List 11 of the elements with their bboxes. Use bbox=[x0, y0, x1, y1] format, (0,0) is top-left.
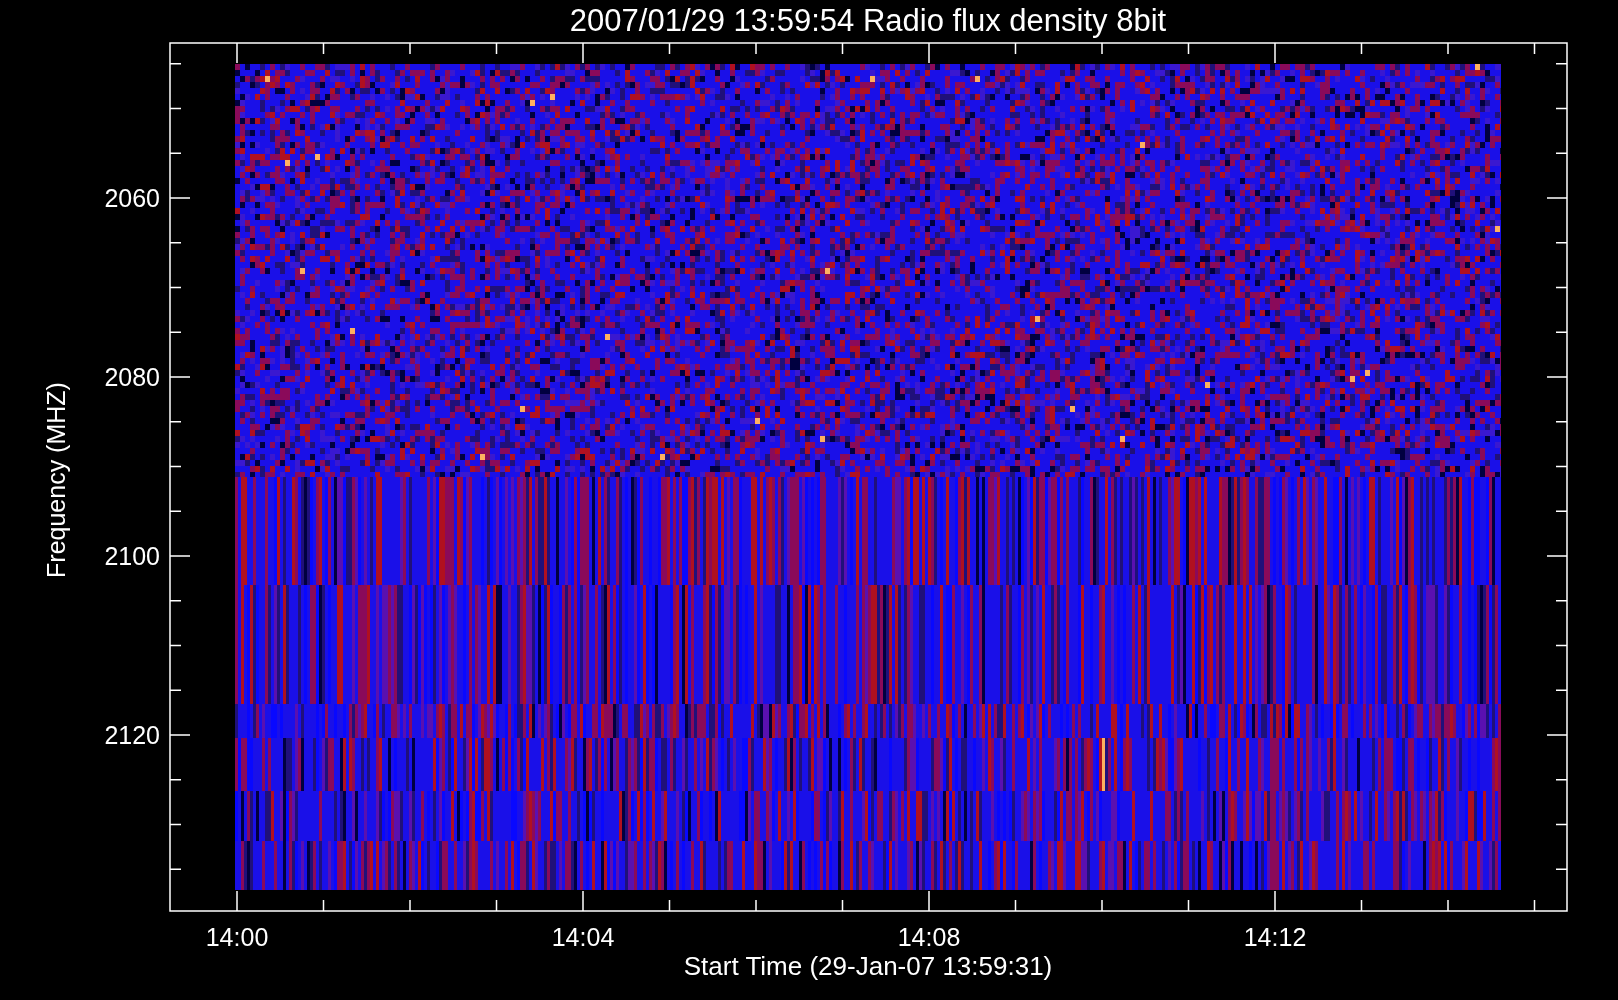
y-tick-label: 2080 bbox=[104, 363, 160, 391]
y-tick-label: 2060 bbox=[104, 184, 160, 212]
x-tick-label: 14:00 bbox=[205, 923, 269, 951]
y-axis-label: Frequency (MHZ) bbox=[42, 382, 70, 578]
chart-title: 2007/01/29 13:59:54 Radio flux density 8bit bbox=[569, 3, 1167, 38]
x-tick-label: 14:04 bbox=[551, 923, 615, 951]
y-tick-label: 2100 bbox=[104, 542, 160, 570]
x-axis-label: Start Time (29-Jan-07 13:59:31) bbox=[683, 951, 1053, 981]
x-tick-label: 14:08 bbox=[897, 923, 961, 951]
y-tick-label: 2120 bbox=[104, 721, 160, 749]
x-tick-label: 14:12 bbox=[1243, 923, 1307, 951]
